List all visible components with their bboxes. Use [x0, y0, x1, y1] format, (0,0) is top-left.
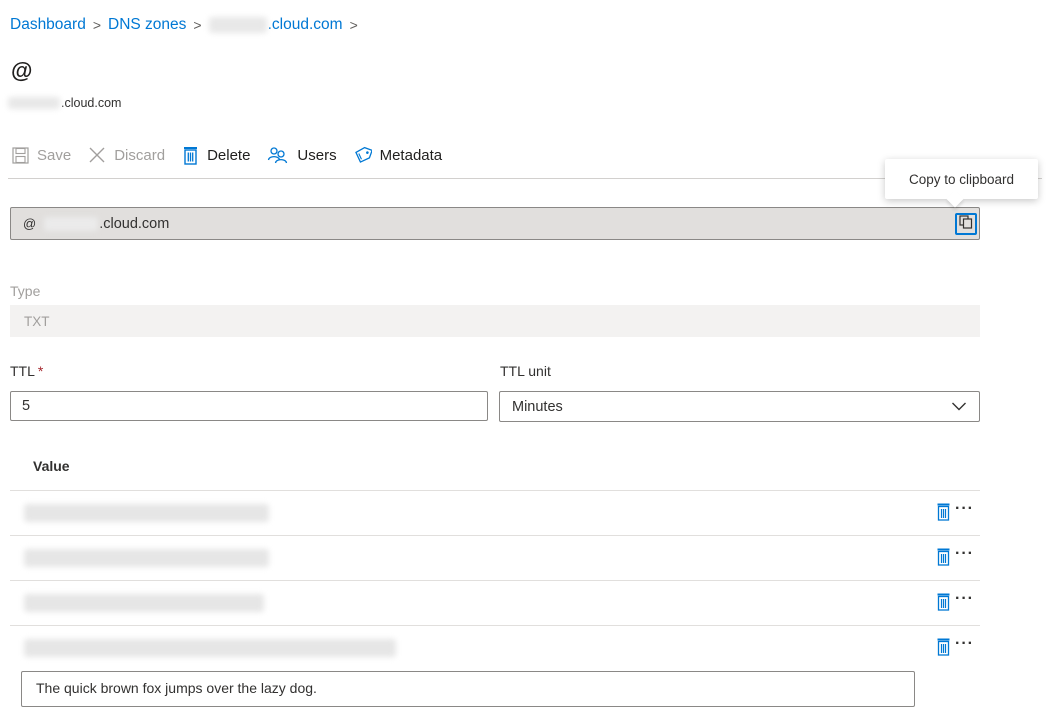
row-delete-button[interactable] [936, 593, 951, 611]
value-row: ··· [10, 580, 980, 624]
new-value-input[interactable]: The quick brown fox jumps over the lazy … [21, 671, 915, 707]
more-icon[interactable]: ··· [955, 546, 974, 565]
redacted-value [24, 548, 269, 567]
ttl-label: TTL * [10, 363, 43, 379]
row-actions: ··· [936, 636, 974, 656]
value-row: ··· [10, 490, 980, 534]
tag-icon [354, 146, 372, 164]
trash-icon [937, 548, 950, 566]
row-delete-button[interactable] [936, 548, 951, 566]
breadcrumb-zone[interactable]: .cloud.com [208, 16, 343, 34]
ttl-unit-dropdown[interactable]: Minutes [499, 391, 980, 422]
page-title: @ [11, 58, 33, 83]
more-icon[interactable]: ··· [955, 501, 974, 520]
type-field: TXT [10, 305, 980, 337]
users-button[interactable]: Users [267, 146, 337, 164]
record-name-field: @ .cloud.com [10, 207, 980, 240]
required-marker: * [37, 363, 44, 379]
redacted-text [208, 17, 267, 33]
trash-icon [182, 146, 199, 165]
redacted-value [24, 593, 264, 612]
row-actions: ··· [936, 546, 974, 566]
trash-icon [937, 593, 950, 611]
breadcrumb-separator: > [349, 17, 358, 33]
delete-button[interactable]: Delete [182, 146, 250, 165]
value-column-header: Value [33, 458, 70, 474]
users-icon [267, 146, 289, 164]
save-icon [12, 146, 29, 164]
chevron-down-icon [951, 400, 967, 416]
trash-icon [937, 638, 950, 656]
breadcrumb-dashboard[interactable]: Dashboard [10, 16, 86, 34]
redacted-value [24, 638, 396, 657]
copy-to-clipboard-button[interactable] [955, 213, 977, 235]
copy-icon [959, 215, 973, 233]
ttl-label-text: TTL [10, 363, 35, 379]
more-icon[interactable]: ··· [955, 636, 974, 655]
value-row: ··· [10, 625, 980, 669]
discard-button[interactable]: Discard [88, 146, 165, 164]
ttl-input[interactable]: 5 [10, 391, 488, 421]
breadcrumb-separator: > [92, 17, 102, 33]
record-name-suffix: .cloud.com [99, 215, 170, 232]
page-subtitle-label: .cloud.com [61, 96, 122, 110]
metadata-button[interactable]: Metadata [354, 146, 443, 164]
row-delete-button[interactable] [936, 638, 951, 656]
breadcrumb-separator: > [193, 17, 202, 33]
copy-tooltip: Copy to clipboard [885, 159, 1038, 199]
delete-label: Delete [207, 146, 251, 164]
ttl-unit-label: TTL unit [500, 363, 551, 379]
page-subtitle: .cloud.com [8, 96, 121, 110]
metadata-label: Metadata [379, 146, 443, 164]
more-icon[interactable]: ··· [955, 591, 974, 610]
trash-icon [937, 503, 950, 521]
redacted-text [8, 97, 60, 109]
redacted-text [44, 216, 99, 231]
row-delete-button[interactable] [936, 503, 951, 521]
ttl-unit-value: Minutes [512, 398, 563, 415]
breadcrumb-dns-zones[interactable]: DNS zones [108, 16, 186, 34]
breadcrumb-zone-label: .cloud.com [267, 16, 343, 33]
row-actions: ··· [936, 501, 974, 521]
close-icon [88, 146, 106, 164]
users-label: Users [297, 146, 337, 164]
record-name-prefix: @ [23, 216, 37, 231]
discard-label: Discard [114, 146, 166, 164]
row-actions: ··· [936, 591, 974, 611]
save-label: Save [37, 146, 72, 164]
save-button[interactable]: Save [12, 147, 71, 164]
value-row: ··· [10, 535, 980, 579]
redacted-value [24, 503, 269, 522]
breadcrumb: Dashboard > DNS zones > .cloud.com > [10, 16, 365, 34]
command-bar: Save Discard Delete Users Metadata [12, 140, 459, 170]
type-label: Type [10, 283, 41, 299]
